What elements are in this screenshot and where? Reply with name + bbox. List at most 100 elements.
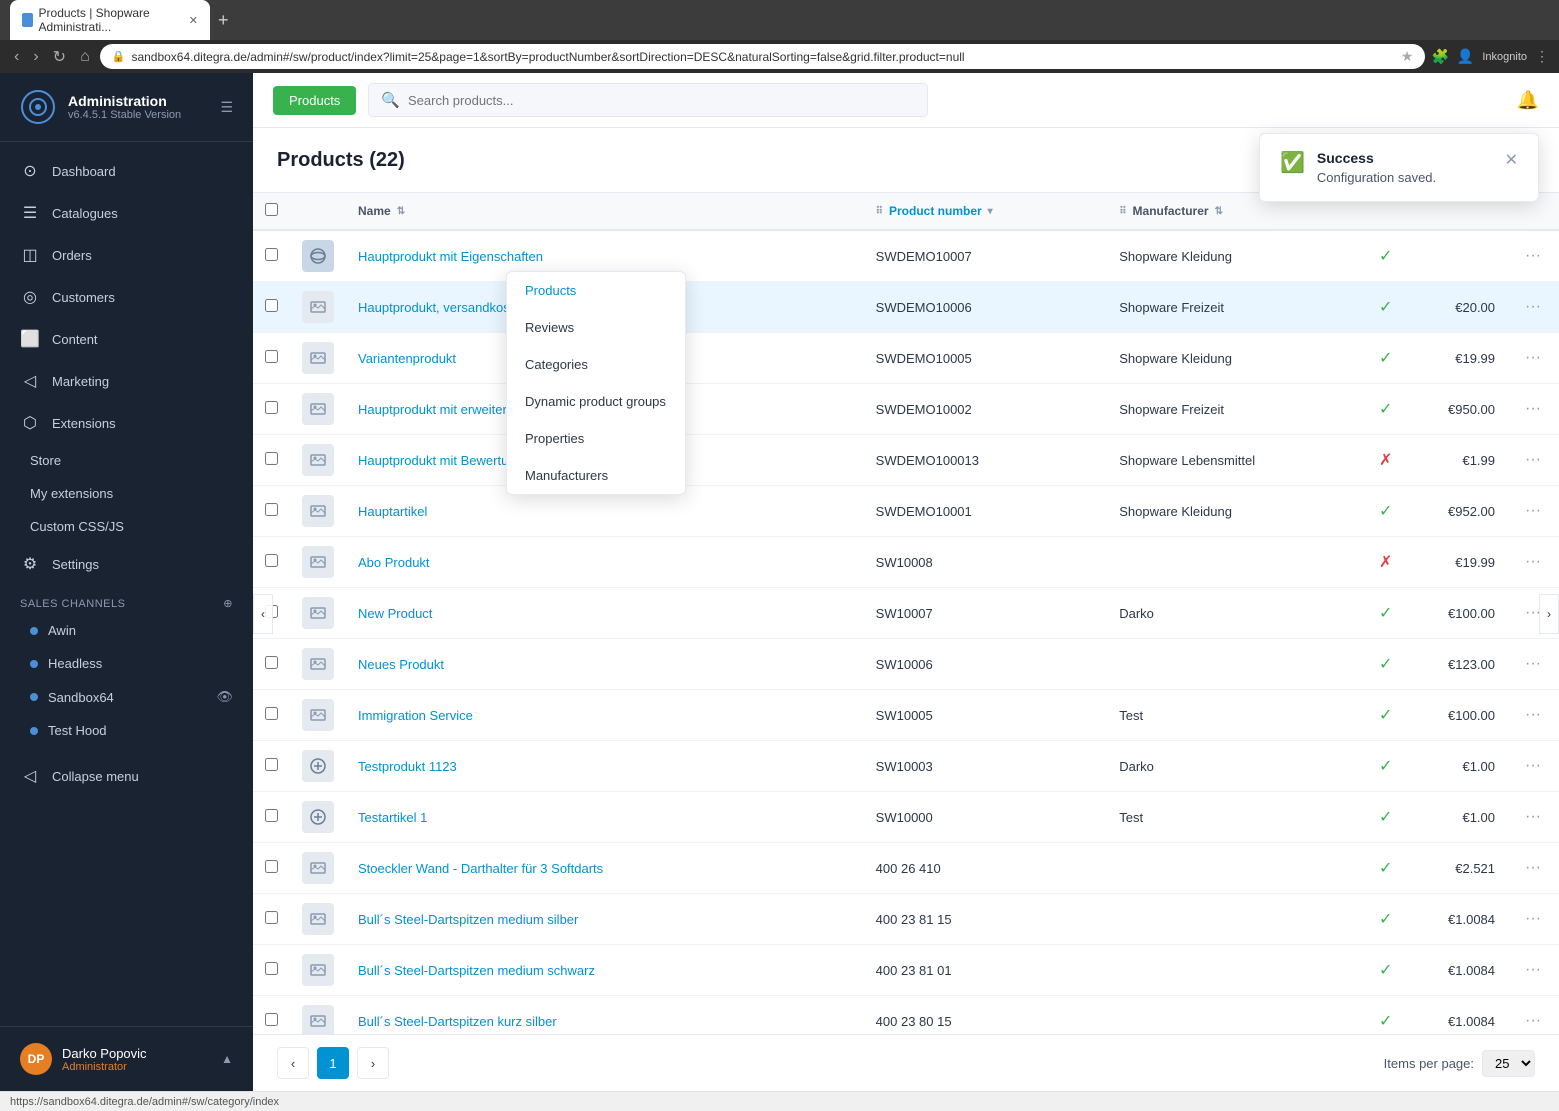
row-more-btn[interactable]: ···	[1519, 653, 1547, 675]
row-checkbox[interactable]	[265, 656, 278, 669]
row-checkbox[interactable]	[265, 962, 278, 975]
row-more-btn[interactable]: ···	[1519, 398, 1547, 420]
th-name[interactable]: Name ⇅	[346, 193, 864, 230]
row-price-cell: €100.00	[1417, 588, 1507, 639]
row-checkbox[interactable]	[265, 758, 278, 771]
sidebar-item-orders[interactable]: ◫ Orders	[0, 234, 253, 276]
product-name-link[interactable]: Abo Produkt	[358, 555, 430, 570]
toast-close-btn[interactable]: ✕	[1505, 150, 1518, 170]
row-more-btn[interactable]: ···	[1519, 806, 1547, 828]
nav-back-btn[interactable]: ‹	[10, 46, 23, 68]
menu-icon[interactable]: ⋮	[1535, 48, 1549, 65]
row-actions-cell: ···	[1507, 843, 1559, 894]
scroll-right-btn[interactable]: ›	[1539, 594, 1559, 634]
product-name-link[interactable]: Variantenprodukt	[358, 351, 456, 366]
add-channel-icon[interactable]: ⊕	[223, 597, 233, 610]
sidebar-item-marketing[interactable]: ◁ Marketing	[0, 360, 253, 402]
product-name-link[interactable]: Neues Produkt	[358, 657, 444, 672]
address-bar[interactable]: 🔒 sandbox64.ditegra.de/admin#/sw/product…	[100, 44, 1426, 69]
dropdown-item-properties[interactable]: Properties	[507, 420, 685, 457]
row-checkbox[interactable]	[265, 401, 278, 414]
items-per-page-select[interactable]: 25 50 75	[1482, 1050, 1535, 1077]
sidebar-item-settings[interactable]: ⚙ Settings	[0, 543, 253, 585]
th-product-number[interactable]: ⠿ Product number ▾	[864, 193, 1108, 230]
dropdown-item-manufacturers[interactable]: Manufacturers	[507, 457, 685, 494]
row-more-btn[interactable]: ···	[1519, 1010, 1547, 1032]
row-price-cell: €950.00	[1417, 384, 1507, 435]
row-checkbox[interactable]	[265, 299, 278, 312]
row-more-btn[interactable]: ···	[1519, 959, 1547, 981]
new-tab-btn[interactable]: +	[218, 10, 229, 31]
row-checkbox-cell	[253, 333, 290, 384]
row-more-btn[interactable]: ···	[1519, 347, 1547, 369]
sidebar-item-content[interactable]: ⬜ Content	[0, 318, 253, 360]
row-more-btn[interactable]: ···	[1519, 704, 1547, 726]
search-input[interactable]	[408, 93, 915, 108]
row-checkbox[interactable]	[265, 809, 278, 822]
row-checkbox[interactable]	[265, 707, 278, 720]
user-profile[interactable]: DP Darko Popovic Administrator ▲	[0, 1026, 253, 1091]
row-more-btn[interactable]: ···	[1519, 296, 1547, 318]
product-name-link[interactable]: Stoeckler Wand - Darthalter für 3 Softda…	[358, 861, 603, 876]
product-name-link[interactable]: Immigration Service	[358, 708, 473, 723]
row-more-btn[interactable]: ···	[1519, 908, 1547, 930]
sidebar-item-custom-css[interactable]: Custom CSS/JS	[0, 510, 253, 543]
sidebar-collapse-icon[interactable]: ☰	[220, 99, 233, 116]
product-name-link[interactable]: Bull´s Steel-Dartspitzen kurz silber	[358, 1014, 557, 1029]
row-more-btn[interactable]: ···	[1519, 500, 1547, 522]
dropdown-item-reviews[interactable]: Reviews	[507, 309, 685, 346]
row-checkbox[interactable]	[265, 554, 278, 567]
nav-refresh-btn[interactable]: ↻	[49, 45, 70, 69]
tab-close-btn[interactable]: ✕	[189, 14, 198, 27]
row-checkbox[interactable]	[265, 350, 278, 363]
product-name-link[interactable]: Testprodukt 1123	[358, 759, 457, 774]
eye-icon[interactable]: 👁	[216, 689, 233, 705]
user-name: Darko Popovic	[62, 1046, 147, 1061]
dropdown-item-dynamic-groups[interactable]: Dynamic product groups	[507, 383, 685, 420]
row-more-btn[interactable]: ···	[1519, 449, 1547, 471]
sidebar-item-test-hood[interactable]: Test Hood	[0, 714, 253, 747]
toast-title: Success	[1317, 150, 1436, 166]
sidebar-item-awin[interactable]: Awin	[0, 614, 253, 647]
nav-forward-btn[interactable]: ›	[29, 46, 42, 68]
sidebar-item-extensions[interactable]: ⬡ Extensions	[0, 402, 253, 444]
product-name-link[interactable]: Bull´s Steel-Dartspitzen medium schwarz	[358, 963, 595, 978]
notification-bell-icon[interactable]: 🔔	[1517, 90, 1539, 111]
product-name-link[interactable]: Hauptprodukt mit Eigenschaften	[358, 249, 543, 264]
row-more-btn[interactable]: ···	[1519, 551, 1547, 573]
scroll-left-btn[interactable]: ‹	[253, 594, 273, 634]
row-checkbox[interactable]	[265, 911, 278, 924]
row-checkbox[interactable]	[265, 248, 278, 261]
products-tab-btn[interactable]: Products	[273, 86, 356, 115]
product-name-link[interactable]: Hauptartikel	[358, 504, 427, 519]
sidebar-item-collapse-menu[interactable]: ◁ Collapse menu	[0, 755, 253, 797]
sidebar-item-headless[interactable]: Headless	[0, 647, 253, 680]
browser-tab[interactable]: Products | Shopware Administrati... ✕	[10, 0, 210, 40]
row-checkbox[interactable]	[265, 452, 278, 465]
sidebar-item-customers[interactable]: ◎ Customers	[0, 276, 253, 318]
product-name-link[interactable]: Bull´s Steel-Dartspitzen medium silber	[358, 912, 578, 927]
row-more-btn[interactable]: ···	[1519, 755, 1547, 777]
search-icon: 🔍	[381, 91, 400, 109]
product-name-link[interactable]: Testartikel 1	[358, 810, 427, 825]
sidebar-item-dashboard[interactable]: ⊙ Dashboard	[0, 150, 253, 192]
next-page-btn[interactable]: ›	[357, 1047, 389, 1079]
dropdown-item-products[interactable]: Products	[507, 272, 685, 309]
profile-icon[interactable]: 👤	[1457, 48, 1474, 65]
row-checkbox[interactable]	[265, 503, 278, 516]
row-more-btn[interactable]: ···	[1519, 857, 1547, 879]
prev-page-btn[interactable]: ‹	[277, 1047, 309, 1079]
sidebar-item-sandbox64[interactable]: Sandbox64 👁	[0, 680, 253, 714]
page-1-btn[interactable]: 1	[317, 1047, 349, 1079]
select-all-checkbox[interactable]	[265, 203, 278, 216]
extensions-icon[interactable]: 🧩	[1431, 48, 1448, 65]
row-more-btn[interactable]: ···	[1519, 245, 1547, 267]
sidebar-item-catalogues[interactable]: ☰ Catalogues	[0, 192, 253, 234]
dropdown-item-categories[interactable]: Categories	[507, 346, 685, 383]
sidebar-item-my-extensions[interactable]: My extensions	[0, 477, 253, 510]
product-name-link[interactable]: New Product	[358, 606, 432, 621]
nav-home-btn[interactable]: ⌂	[76, 46, 94, 68]
sidebar-item-store[interactable]: Store	[0, 444, 253, 477]
row-checkbox[interactable]	[265, 860, 278, 873]
row-checkbox[interactable]	[265, 1013, 278, 1026]
